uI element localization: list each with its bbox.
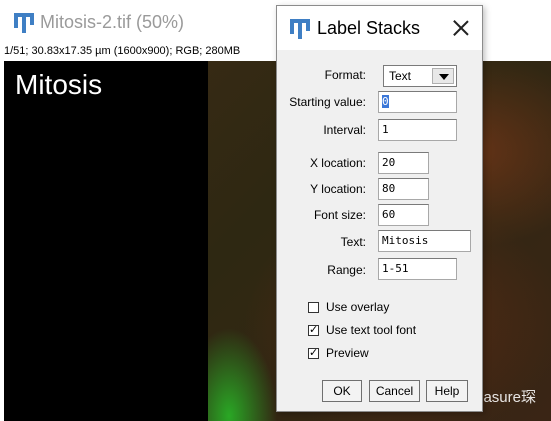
- x-location-field[interactable]: 20: [378, 152, 429, 174]
- use-overlay-label[interactable]: Use overlay: [326, 300, 389, 314]
- ok-button[interactable]: OK: [322, 380, 362, 402]
- y-location-field[interactable]: 80: [378, 178, 429, 200]
- dialog-title: Label Stacks: [317, 18, 421, 38]
- close-icon[interactable]: [448, 15, 474, 41]
- starting-value-text: 0: [382, 95, 389, 108]
- range-text: 1-51: [382, 262, 409, 275]
- canvas-text-label: Mitosis: [15, 69, 103, 100]
- interval-field[interactable]: 1: [378, 119, 457, 141]
- image-info-bar: 1/51; 30.83x17.35 µm (1600x900); RGB; 28…: [4, 45, 241, 57]
- use-text-tool-font-checkbox[interactable]: [308, 323, 319, 336]
- text-field[interactable]: Mitosis: [378, 230, 471, 252]
- y-location-text: 80: [382, 182, 396, 195]
- canvas-black-region: [4, 61, 208, 421]
- y-location-label: Y location:: [310, 182, 366, 196]
- font-size-label: Font size:: [313, 208, 366, 222]
- preview-label[interactable]: Preview: [326, 346, 369, 360]
- use-overlay-checkbox[interactable]: [308, 302, 319, 313]
- cancel-button[interactable]: Cancel: [369, 380, 420, 402]
- preview-checkbox[interactable]: [308, 346, 319, 359]
- text-label: Text:: [340, 235, 366, 249]
- image-window-title: Mitosis-2.tif (50%): [40, 12, 185, 32]
- use-text-tool-font-label[interactable]: Use text tool font: [326, 323, 416, 337]
- range-label: Range:: [327, 263, 366, 277]
- font-size-text: 60: [382, 208, 396, 221]
- x-location-text: 20: [382, 156, 396, 169]
- starting-value-field[interactable]: 0: [378, 91, 457, 113]
- format-select-value: Text: [389, 69, 412, 83]
- format-select[interactable]: Text: [383, 65, 457, 87]
- label-stacks-dialog: Label Stacks Format: Text Starting value…: [276, 5, 483, 412]
- interval-text: 1: [382, 123, 389, 136]
- help-button[interactable]: Help: [426, 380, 468, 402]
- format-label: Format:: [324, 68, 366, 82]
- imagej-icon: [14, 13, 34, 33]
- starting-value-label: Starting value:: [289, 95, 366, 109]
- range-field[interactable]: 1-51: [378, 258, 457, 280]
- font-size-field[interactable]: 60: [378, 204, 429, 226]
- dialog-titlebar[interactable]: Label Stacks: [277, 6, 482, 50]
- text-field-value: Mitosis: [382, 234, 429, 247]
- chevron-down-icon[interactable]: [432, 68, 454, 84]
- x-location-label: X location:: [309, 156, 366, 170]
- imagej-icon: [290, 19, 310, 39]
- interval-label: Interval:: [323, 123, 366, 137]
